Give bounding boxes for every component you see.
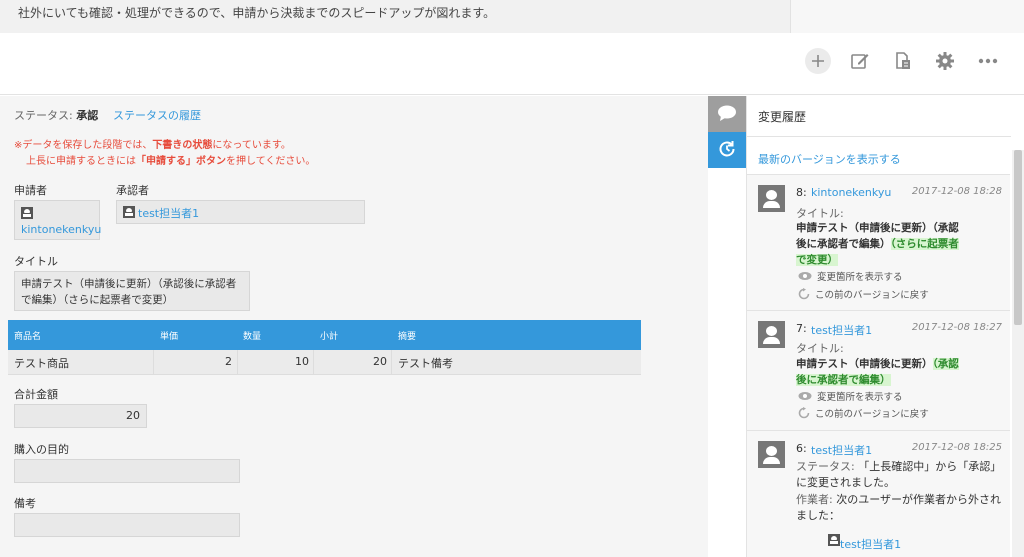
status-line: ステータス: 承認 [14, 107, 98, 123]
entry-number: 7: [796, 322, 807, 335]
settings-button[interactable] [932, 48, 958, 74]
history-title: 変更履歴 [758, 110, 807, 124]
notice-line-1: ※データを保存した段階では、下書きの状態になっています。 [14, 140, 291, 151]
total-value: 20 [126, 409, 140, 422]
entry-value: 申請テスト（申請後に更新）（承認 後に承認者で編集） [796, 358, 959, 386]
history-entry-7: 7: test担当者1 2017-12-08 18:27 タイトル: 申請テスト… [747, 310, 1010, 430]
cell-subtotal: 20 [373, 355, 387, 368]
status-history-link[interactable]: ステータスの履歴 [113, 107, 201, 123]
history-entry-8: 8: kintonekenkyu 2017-12-08 18:28 タイトル: … [747, 174, 1010, 310]
revert-icon [798, 288, 810, 300]
col-header-subtotal: 小計 [320, 332, 339, 342]
applicant-field: kintonekenkyu [14, 200, 101, 240]
entry-user-link[interactable]: kintonekenkyu [811, 186, 891, 199]
total-field: 20 [14, 404, 147, 428]
entry-field-label: タイトル: [796, 342, 844, 355]
avatar [758, 441, 785, 468]
total-label: 合計金額 [14, 388, 58, 401]
edit-record-button[interactable] [847, 48, 873, 74]
status-value: 承認 [76, 109, 99, 122]
plus-icon [811, 54, 825, 68]
more-options-button[interactable] [975, 48, 1001, 74]
entry-field-label: タイトル: [796, 207, 844, 220]
history-tab[interactable] [708, 132, 746, 168]
status-label: ステータス: [14, 109, 73, 122]
cell-summary: テスト備考 [398, 357, 453, 370]
user-icon [123, 206, 135, 218]
approver-field: test担当者1 [116, 200, 365, 224]
scrollbar-thumb[interactable] [1014, 150, 1022, 325]
entry-user-link[interactable]: test担当者1 [811, 442, 872, 458]
title-label: タイトル [14, 255, 58, 268]
product-table: 商品名 単価 数量 小計 摘要 テスト商品 2 10 20 テスト備考 [8, 320, 641, 375]
cell-quantity: 10 [295, 355, 309, 368]
entry-user-link[interactable]: test担当者1 [811, 322, 872, 338]
applicant-label: 申請者 [14, 184, 47, 197]
entry-date: 2017-12-08 18:27 [911, 322, 1002, 333]
title-line-2: で編集）（さらに起票者で変更） [21, 294, 174, 306]
applicant-user-link[interactable]: kintonekenkyu [21, 223, 101, 236]
avatar [758, 321, 785, 348]
approver-label: 承認者 [116, 184, 149, 197]
cell-product: テスト商品 [14, 357, 69, 370]
entry-status-change: ステータス: 「上長確認中」から「承認」 に変更されました。 [796, 460, 1002, 489]
user-icon [828, 534, 840, 546]
table-row: テスト商品 2 10 20 テスト備考 [8, 350, 641, 375]
history-scrollbar[interactable] [1012, 150, 1024, 557]
entry-number: 8: [796, 186, 807, 199]
cell-unit-price: 2 [225, 355, 232, 368]
revert-version-link[interactable]: この前のバージョンに戻す [798, 406, 929, 420]
entry-value: 申請テスト（申請後に更新）（承認 後に承認者で編集）（さらに起票者 で変更） [796, 222, 959, 266]
record-toolbar [0, 33, 1024, 95]
approver-user-link[interactable]: test担当者1 [138, 205, 199, 221]
eye-icon [798, 272, 812, 280]
edit-icon [850, 51, 870, 71]
top-banner: 社外にいても確認・処理ができるので、申請から決裁までのスピードアップが図れます。 [0, 0, 1024, 33]
show-latest-version-link[interactable]: 最新のバージョンを表示する [758, 151, 901, 167]
copy-icon [894, 51, 912, 71]
revert-icon [798, 407, 810, 419]
remarks-label: 備考 [14, 497, 36, 510]
table-header: 商品名 単価 数量 小計 摘要 [8, 320, 641, 350]
revert-version-link[interactable]: この前のバージョンに戻す [798, 287, 929, 301]
show-changes-link[interactable]: 変更箇所を表示する [798, 269, 903, 283]
eye-icon [798, 392, 812, 400]
history-entry-6: 6: test担当者1 2017-12-08 18:25 ステータス: 「上長確… [747, 430, 1010, 557]
gear-icon [935, 51, 955, 71]
worker-user-link[interactable]: test担当者1 [840, 536, 901, 552]
notice-line-2: 上長に申請するときには「申請する」ボタンを押してください。 [26, 156, 316, 167]
avatar [758, 185, 785, 212]
remarks-field [14, 513, 240, 537]
comments-tab[interactable] [708, 96, 746, 132]
col-header-quantity: 数量 [243, 332, 262, 342]
banner-text: 社外にいても確認・処理ができるので、申請から決裁までのスピードアップが図れます。 [18, 6, 496, 20]
user-icon [21, 207, 33, 219]
entry-date: 2017-12-08 18:25 [911, 442, 1002, 453]
record-detail-pane: ステータス: 承認 ステータスの履歴 ※データを保存した段階では、下書きの状態に… [0, 96, 708, 557]
more-icon [978, 58, 998, 64]
banner-right-panel [790, 0, 1024, 33]
entry-worker-change: 作業者: 次のユーザーが作業者から外され ました： [796, 493, 1001, 522]
col-header-product: 商品名 [14, 332, 42, 342]
history-icon [717, 139, 737, 162]
comment-icon [717, 104, 737, 125]
purpose-field [14, 459, 240, 483]
entry-date: 2017-12-08 18:28 [911, 186, 1002, 197]
purpose-label: 購入の目的 [14, 443, 69, 456]
entry-number: 6: [796, 442, 807, 455]
col-header-unit-price: 単価 [160, 332, 179, 342]
col-header-summary: 摘要 [398, 332, 417, 342]
title-field: 申請テスト（申請後に更新）（承認後に承認者 で編集）（さらに起票者で変更） [14, 271, 250, 311]
title-line-1: 申請テスト（申請後に更新）（承認後に承認者 [21, 278, 237, 290]
side-tabs [708, 96, 746, 557]
show-changes-link[interactable]: 変更箇所を表示する [798, 389, 903, 403]
duplicate-record-button[interactable] [890, 48, 916, 74]
add-record-button[interactable] [805, 48, 831, 74]
